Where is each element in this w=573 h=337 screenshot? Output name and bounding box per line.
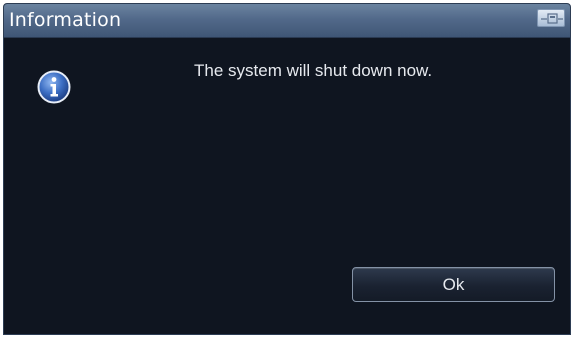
ok-button[interactable]: Ok — [352, 267, 555, 302]
information-dialog: Information The system will shut down no… — [3, 3, 571, 335]
ok-button-label: Ok — [442, 274, 465, 294]
dialog-message: The system will shut down now. — [194, 61, 433, 80]
info-icon — [37, 70, 71, 104]
restore-window-icon — [541, 13, 563, 24]
restore-window-button[interactable] — [537, 9, 565, 27]
dialog-title: Information — [9, 9, 122, 31]
title-bar[interactable]: Information — [4, 4, 570, 38]
